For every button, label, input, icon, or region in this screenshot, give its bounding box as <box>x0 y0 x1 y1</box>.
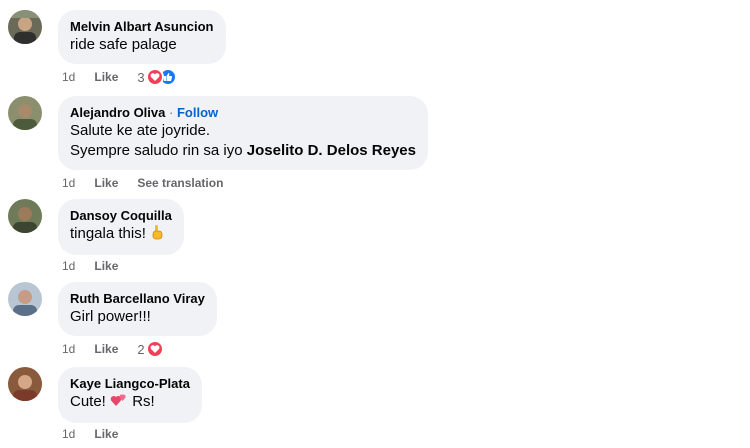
comment-timestamp[interactable]: 1d <box>62 70 75 84</box>
comment-text: ride safe palage <box>70 36 177 53</box>
comment-actions: 1d Like 3 <box>62 68 177 86</box>
comment-bubble: Alejandro Oliva · Follow Salute ke ate j… <box>58 96 428 170</box>
comment-author[interactable]: Dansoy Coquilla <box>70 207 172 224</box>
comment-author[interactable]: Melvin Albart Asuncion <box>70 18 214 35</box>
mention-link[interactable]: Joselito D. Delos Reyes <box>247 142 416 159</box>
comment-bubble: Melvin Albart Asuncion ride safe palage <box>58 10 226 64</box>
comment-text-suffix: Rs! <box>128 393 155 410</box>
comment-author[interactable]: Alejandro Oliva <box>70 105 165 120</box>
heart-icon <box>145 68 164 86</box>
pointing-up-icon <box>150 224 164 246</box>
reaction-count: 3 <box>137 69 145 85</box>
comment-bubble: Ruth Barcellano Viray Girl power!!! <box>58 282 217 336</box>
avatar[interactable] <box>8 96 42 130</box>
comment-bubble: Kaye Liangco-Plata Cute! Rs! <box>58 367 202 423</box>
like-button[interactable]: Like <box>94 342 118 356</box>
comment-text-line: tingala this! <box>70 224 172 246</box>
reaction-summary[interactable]: 3 <box>137 68 177 86</box>
comment-text: Cute! <box>70 393 111 410</box>
comment-actions: 1d Like <box>62 426 137 442</box>
heart-icon <box>145 340 164 358</box>
see-translation-button[interactable]: See translation <box>137 176 223 190</box>
reaction-count: 2 <box>137 341 145 357</box>
avatar[interactable] <box>8 282 42 316</box>
comment-author[interactable]: Ruth Barcellano Viray <box>70 290 205 307</box>
comment-actions: 1d Like See translation <box>62 175 223 191</box>
comment-text: Salute ke ate joyride. <box>70 122 211 139</box>
like-button[interactable]: Like <box>94 259 118 273</box>
like-button[interactable]: Like <box>94 70 118 84</box>
avatar[interactable] <box>8 367 42 401</box>
comment-bubble: Dansoy Coquilla tingala this! <box>58 199 184 255</box>
comment-text-line: Syempre saludo rin sa iyo Joselito D. De… <box>70 141 416 161</box>
comment-timestamp[interactable]: 1d <box>62 259 75 273</box>
like-button[interactable]: Like <box>94 176 118 190</box>
like-button[interactable]: Like <box>94 427 118 441</box>
comment-actions: 1d Like <box>62 258 137 274</box>
comment-text-line: Cute! Rs! <box>70 392 190 414</box>
follow-button[interactable]: Follow <box>177 105 218 120</box>
separator-dot: · <box>169 105 174 120</box>
comment-text: Girl power!!! <box>70 308 151 325</box>
comment-timestamp[interactable]: 1d <box>62 176 75 190</box>
comment-author[interactable]: Kaye Liangco-Plata <box>70 375 190 392</box>
reaction-summary[interactable]: 2 <box>137 340 164 358</box>
avatar[interactable] <box>8 10 42 44</box>
comment-author-line: Alejandro Oliva · Follow <box>70 104 416 121</box>
comment-text: tingala this! <box>70 225 151 242</box>
comment-timestamp[interactable]: 1d <box>62 342 75 356</box>
comment-text-prefix: Syempre saludo rin sa iyo <box>70 142 247 159</box>
avatar[interactable] <box>8 199 42 233</box>
comment-actions: 1d Like 2 <box>62 340 164 358</box>
two-hearts-icon <box>110 392 128 414</box>
comment-timestamp[interactable]: 1d <box>62 427 75 441</box>
